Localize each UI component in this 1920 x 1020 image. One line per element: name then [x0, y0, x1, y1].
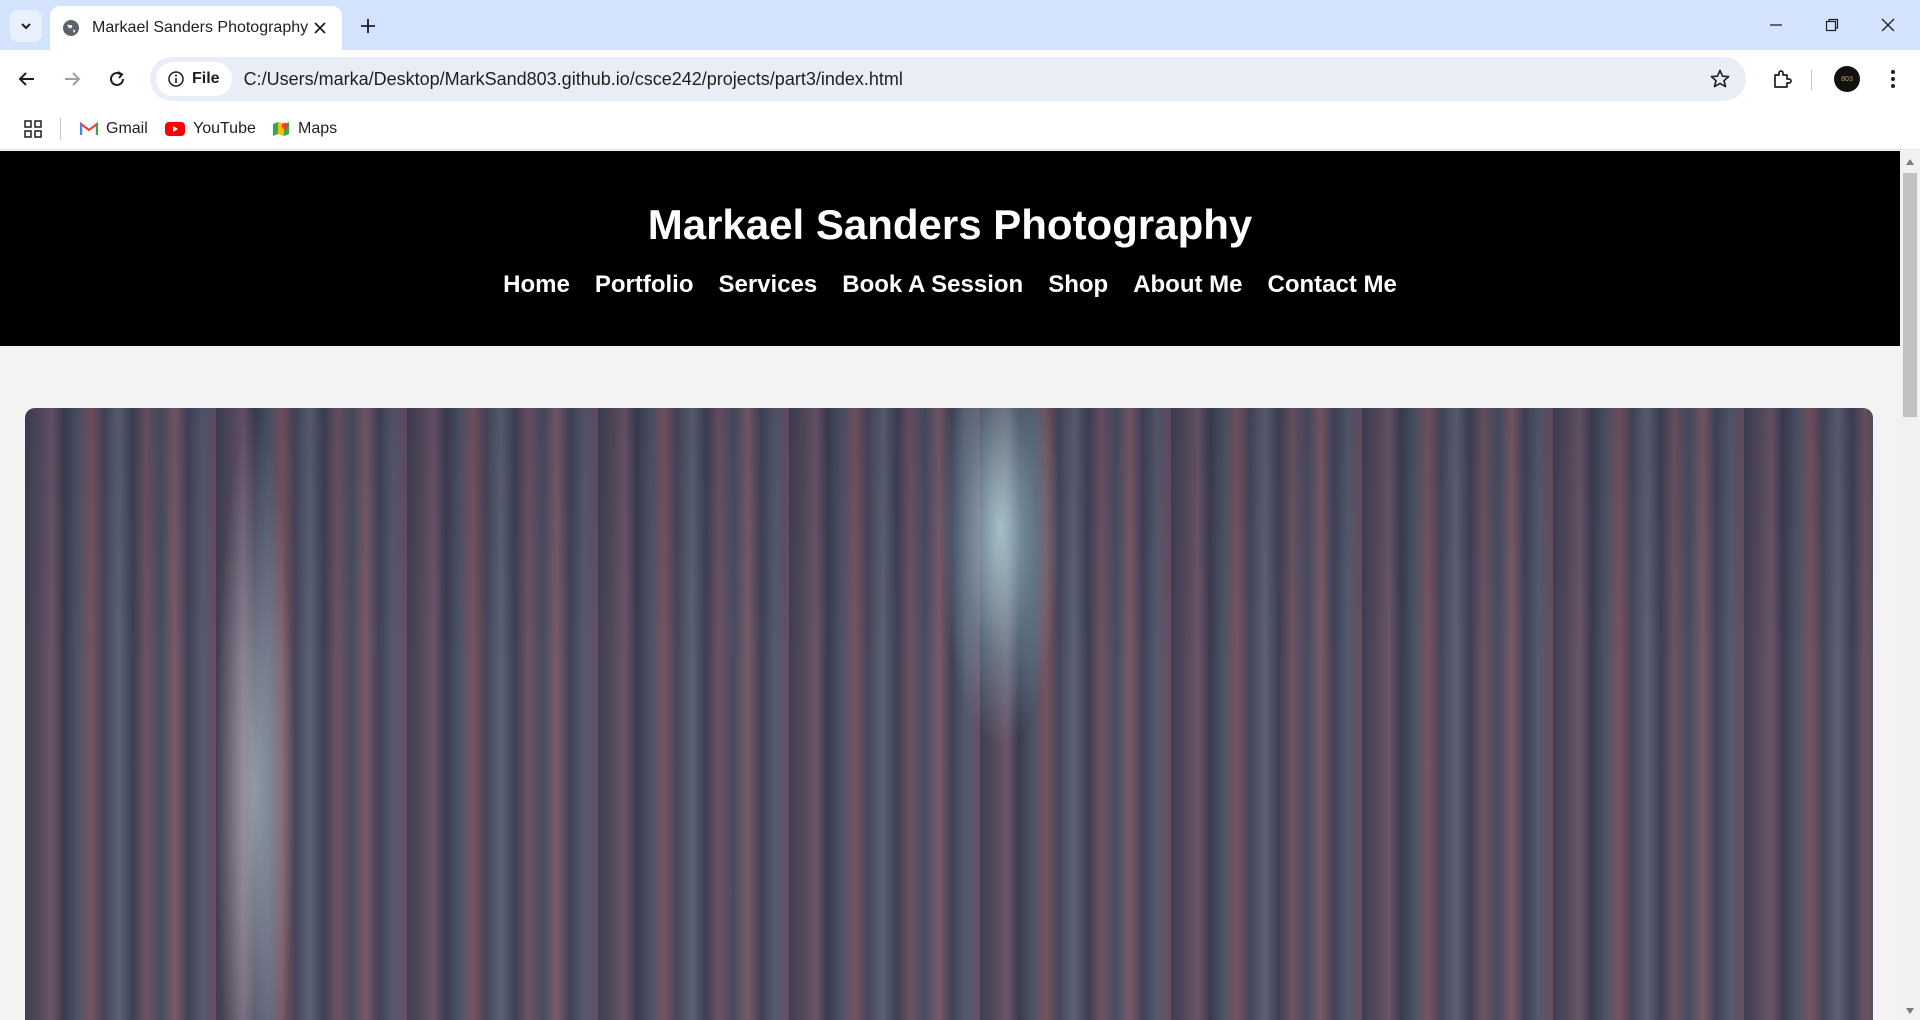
bookmarks-bar: Gmail YouTube Maps [0, 108, 1920, 150]
maps-icon [273, 122, 289, 136]
site-chip-label: File [192, 70, 220, 87]
scroll-down-arrow[interactable] [1900, 1004, 1920, 1018]
browser-toolbar: File C:/Users/marka/Desktop/MarkSand803.… [0, 50, 1920, 108]
minimize-button[interactable] [1748, 0, 1804, 50]
new-tab-button[interactable] [352, 10, 384, 42]
more-vert-icon [1891, 70, 1895, 88]
bookmark-label: YouTube [193, 120, 256, 137]
nav-home[interactable]: Home [503, 271, 570, 299]
youtube-icon [165, 122, 185, 136]
bookmark-maps[interactable]: Maps [272, 116, 337, 142]
avatar: 803 [1834, 66, 1860, 92]
nav-about-me[interactable]: About Me [1133, 271, 1242, 299]
nav-portfolio[interactable]: Portfolio [595, 271, 694, 299]
nav-shop[interactable]: Shop [1048, 271, 1108, 299]
apps-button[interactable] [22, 118, 44, 140]
triangle-down-icon [1906, 1008, 1914, 1014]
bookmark-label: Gmail [106, 120, 148, 137]
back-button[interactable] [9, 61, 45, 97]
profile-button[interactable]: 803 [1829, 61, 1865, 97]
star-icon [1710, 69, 1730, 88]
restore-icon [1825, 18, 1839, 32]
hero-forest-image [25, 408, 1873, 1020]
bookmark-youtube[interactable]: YouTube [165, 116, 256, 142]
close-tab-button[interactable] [310, 18, 330, 38]
forward-button[interactable] [54, 61, 90, 97]
nav-contact-me[interactable]: Contact Me [1268, 271, 1397, 299]
close-window-button[interactable] [1860, 0, 1916, 50]
nav-book-a-session[interactable]: Book A Session [842, 271, 1023, 299]
tab-title: Markael Sanders Photography [92, 19, 309, 36]
close-icon [314, 22, 326, 34]
apps-grid-icon [24, 120, 42, 138]
address-bar[interactable]: File C:/Users/marka/Desktop/MarkSand803.… [150, 57, 1746, 101]
scroll-thumb[interactable] [1903, 173, 1917, 417]
nav-services[interactable]: Services [718, 271, 817, 299]
chevron-down-icon [21, 23, 31, 30]
toolbar-divider [1811, 70, 1812, 90]
site-header: Markael Sanders Photography Home Portfol… [0, 151, 1900, 346]
scroll-up-arrow[interactable] [1900, 155, 1920, 169]
page-viewport: Markael Sanders Photography Home Portfol… [0, 151, 1900, 1020]
minimize-icon [1770, 24, 1782, 26]
bookmark-gmail[interactable]: Gmail [80, 116, 148, 142]
main-nav: Home Portfolio Services Book A Session S… [0, 271, 1900, 299]
gmail-icon [80, 122, 98, 135]
tab-strip: Markael Sanders Photography [0, 0, 1920, 50]
triangle-up-icon [1906, 159, 1914, 165]
tab-search-button[interactable] [10, 10, 42, 42]
close-icon [1881, 18, 1895, 32]
bookmark-label: Maps [298, 120, 338, 137]
plus-icon [361, 19, 375, 33]
reload-icon [110, 71, 124, 86]
reload-button[interactable] [99, 61, 135, 97]
restore-button[interactable] [1804, 0, 1860, 50]
page-scrollbar[interactable] [1900, 151, 1920, 1020]
arrow-left-icon [18, 72, 34, 86]
bookmarks-separator [60, 118, 61, 140]
extensions-button[interactable] [1764, 61, 1800, 97]
browser-tab[interactable]: Markael Sanders Photography [50, 6, 342, 50]
arrow-right-icon [65, 72, 81, 86]
browser-menu-button[interactable] [1875, 61, 1911, 97]
url-text[interactable]: C:/Users/marka/Desktop/MarkSand803.githu… [244, 69, 903, 90]
globe-icon [63, 20, 79, 36]
bookmark-star-button[interactable] [1708, 67, 1732, 91]
info-icon [168, 71, 184, 87]
puzzle-icon [1774, 70, 1792, 88]
site-title: Markael Sanders Photography [647, 201, 1253, 248]
site-info-chip[interactable]: File [156, 62, 232, 96]
